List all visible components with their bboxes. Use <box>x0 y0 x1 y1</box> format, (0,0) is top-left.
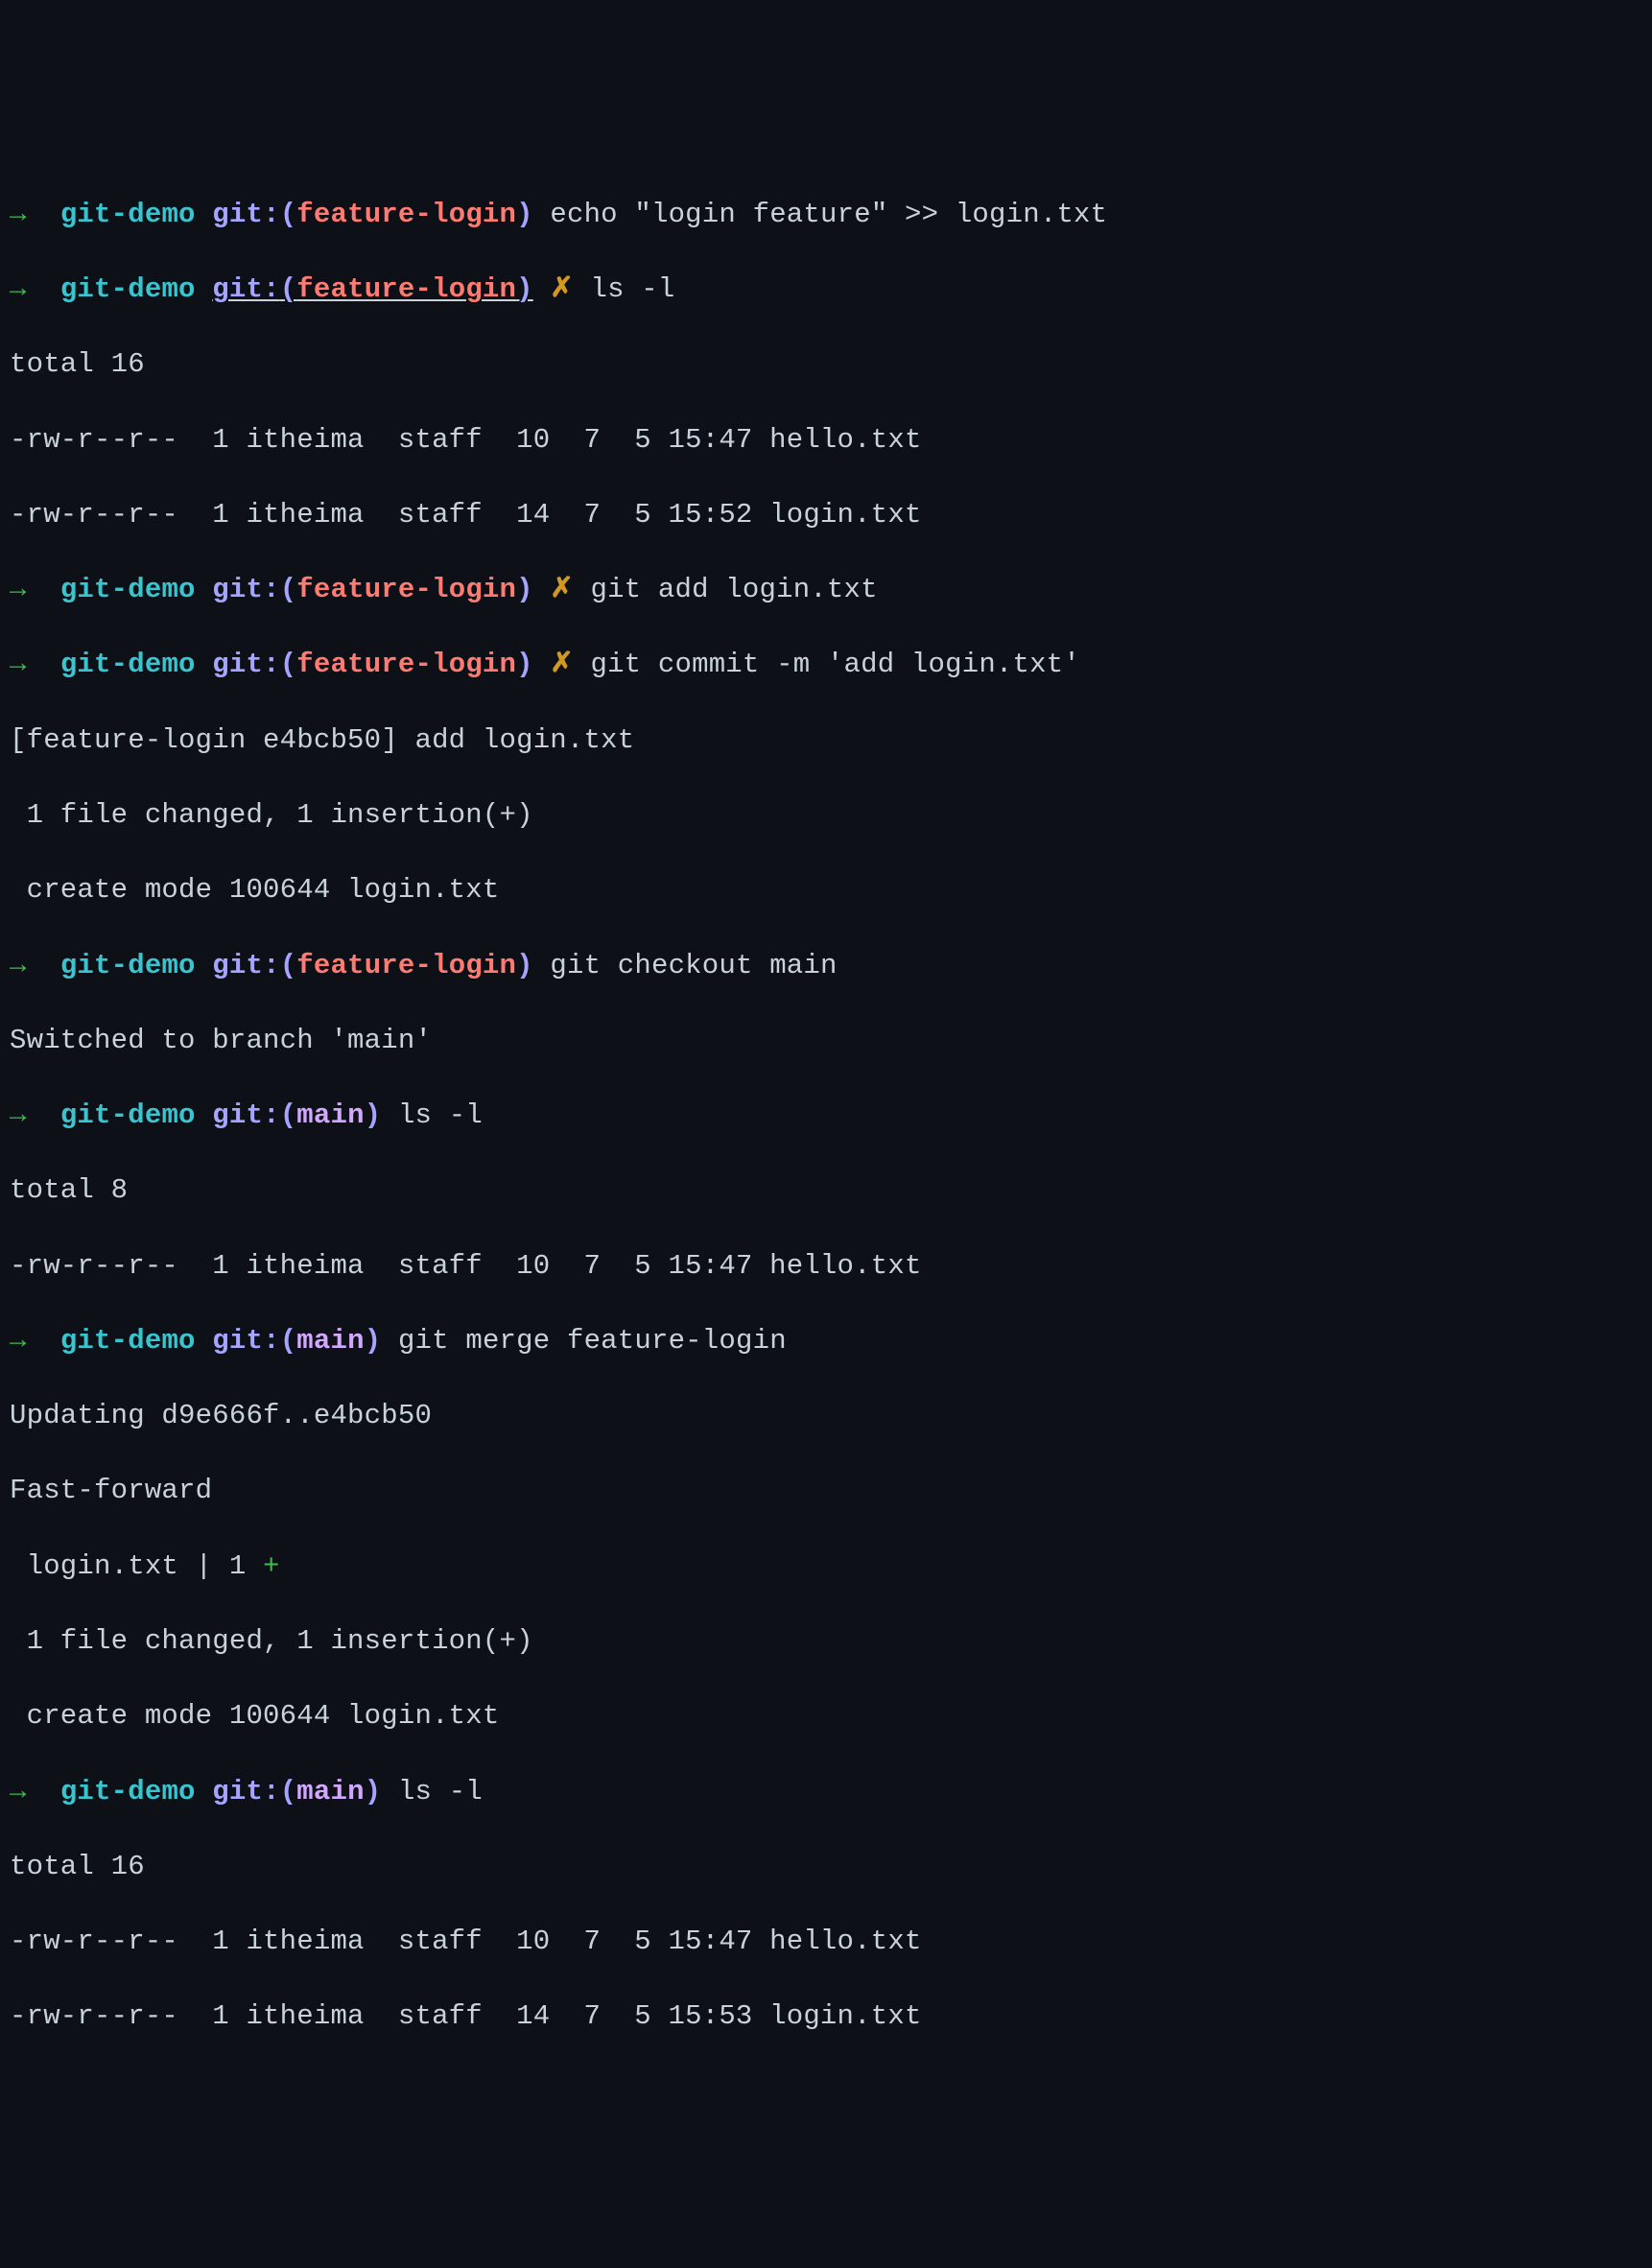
output-ls-total: total 8 <box>10 1171 1642 1209</box>
output-commit-line: [feature-login e4bcb50] add login.txt <box>10 721 1642 759</box>
paren-open: ( <box>280 273 297 305</box>
command-text: git add login.txt <box>590 574 877 605</box>
prompt-dir: git-demo <box>60 1325 196 1357</box>
paren-open: ( <box>280 1776 297 1807</box>
paren-open: ( <box>280 199 297 230</box>
paren-close: ) <box>516 574 533 605</box>
output-commit-line: 1 file changed, 1 insertion(+) <box>10 796 1642 834</box>
command-text: ls -l <box>398 1099 483 1131</box>
prompt-arrow-icon: → <box>10 199 27 230</box>
prompt-dir: git-demo <box>60 649 196 680</box>
output-merge-line: Updating d9e666f..e4bcb50 <box>10 1397 1642 1434</box>
output-merge-line: 1 file changed, 1 insertion(+) <box>10 1622 1642 1660</box>
plus-icon: + <box>263 1550 280 1582</box>
output-ls-row: -rw-r--r-- 1 itheima staff 10 7 5 15:47 … <box>10 1923 1642 1960</box>
prompt-arrow-icon: → <box>10 649 27 680</box>
branch-name: main <box>296 1099 364 1131</box>
paren-open: ( <box>280 574 297 605</box>
prompt-arrow-icon: → <box>10 574 27 605</box>
git-label: git: <box>212 574 279 605</box>
branch-name: feature-login <box>296 273 516 305</box>
output-ls-row: -rw-r--r-- 1 itheima staff 14 7 5 15:53 … <box>10 1997 1642 2035</box>
paren-close: ) <box>516 649 533 680</box>
paren-open: ( <box>280 950 297 981</box>
output-switched: Switched to branch 'main' <box>10 1022 1642 1059</box>
prompt-dir: git-demo <box>60 950 196 981</box>
prompt-arrow-icon: → <box>10 1325 27 1357</box>
git-label: git: <box>212 273 279 305</box>
prompt-arrow-icon: → <box>10 273 27 305</box>
output-ls-row: -rw-r--r-- 1 itheima staff 10 7 5 15:47 … <box>10 1247 1642 1285</box>
command-text: ls -l <box>590 273 674 305</box>
paren-open: ( <box>280 1099 297 1131</box>
output-merge-line: Fast-forward <box>10 1472 1642 1509</box>
output-merge-diffstat: login.txt | 1 + <box>10 1547 1642 1585</box>
git-label: git: <box>212 1099 279 1131</box>
dirty-mark-icon: ✗ <box>550 649 574 680</box>
output-commit-line: create mode 100644 login.txt <box>10 871 1642 909</box>
prompt-line-7[interactable]: → git-demo git:(main) git merge feature-… <box>10 1322 1642 1359</box>
branch-name: feature-login <box>296 649 516 680</box>
command-text: echo "login feature" >> login.txt <box>550 199 1107 230</box>
prompt-arrow-icon: → <box>10 1776 27 1807</box>
command-text: git checkout main <box>550 950 837 981</box>
git-label: git: <box>212 950 279 981</box>
paren-close: ) <box>365 1325 382 1357</box>
output-ls-total: total 16 <box>10 1848 1642 1885</box>
paren-close: ) <box>516 950 533 981</box>
command-text: git commit -m 'add login.txt' <box>590 649 1079 680</box>
command-text: ls -l <box>398 1776 483 1807</box>
paren-close: ) <box>516 199 533 230</box>
prompt-dir: git-demo <box>60 1099 196 1131</box>
prompt-dir: git-demo <box>60 574 196 605</box>
git-label: git: <box>212 1325 279 1357</box>
command-text: git merge feature-login <box>398 1325 787 1357</box>
prompt-line-1[interactable]: → git-demo git:(feature-login) echo "log… <box>10 196 1642 233</box>
branch-name: main <box>296 1325 364 1357</box>
output-ls-row: -rw-r--r-- 1 itheima staff 10 7 5 15:47 … <box>10 421 1642 459</box>
git-label: git: <box>212 199 279 230</box>
git-label: git: <box>212 649 279 680</box>
prompt-dir: git-demo <box>60 273 196 305</box>
paren-close: ) <box>365 1099 382 1131</box>
branch-name: feature-login <box>296 199 516 230</box>
prompt-line-6[interactable]: → git-demo git:(main) ls -l <box>10 1097 1642 1134</box>
paren-close: ) <box>365 1776 382 1807</box>
branch-name: main <box>296 1776 364 1807</box>
branch-name: feature-login <box>296 950 516 981</box>
dirty-mark-icon: ✗ <box>550 574 574 605</box>
paren-open: ( <box>280 649 297 680</box>
prompt-dir: git-demo <box>60 199 196 230</box>
terminal-session[interactable]: → git-demo git:(feature-login) echo "log… <box>10 158 1642 2073</box>
prompt-line-2[interactable]: → git-demo git:(feature-login) ✗ ls -l <box>10 271 1642 308</box>
prompt-line-4[interactable]: → git-demo git:(feature-login) ✗ git com… <box>10 646 1642 683</box>
git-label: git: <box>212 1776 279 1807</box>
output-ls-row: -rw-r--r-- 1 itheima staff 14 7 5 15:52 … <box>10 496 1642 533</box>
prompt-line-8[interactable]: → git-demo git:(main) ls -l <box>10 1773 1642 1810</box>
output-merge-line: create mode 100644 login.txt <box>10 1697 1642 1735</box>
prompt-line-5[interactable]: → git-demo git:(feature-login) git check… <box>10 947 1642 984</box>
dirty-mark-icon: ✗ <box>550 273 574 305</box>
output-ls-total: total 16 <box>10 345 1642 383</box>
prompt-line-3[interactable]: → git-demo git:(feature-login) ✗ git add… <box>10 571 1642 608</box>
prompt-arrow-icon: → <box>10 950 27 981</box>
prompt-dir: git-demo <box>60 1776 196 1807</box>
prompt-arrow-icon: → <box>10 1099 27 1131</box>
paren-close: ) <box>516 273 533 305</box>
branch-name: feature-login <box>296 574 516 605</box>
paren-open: ( <box>280 1325 297 1357</box>
